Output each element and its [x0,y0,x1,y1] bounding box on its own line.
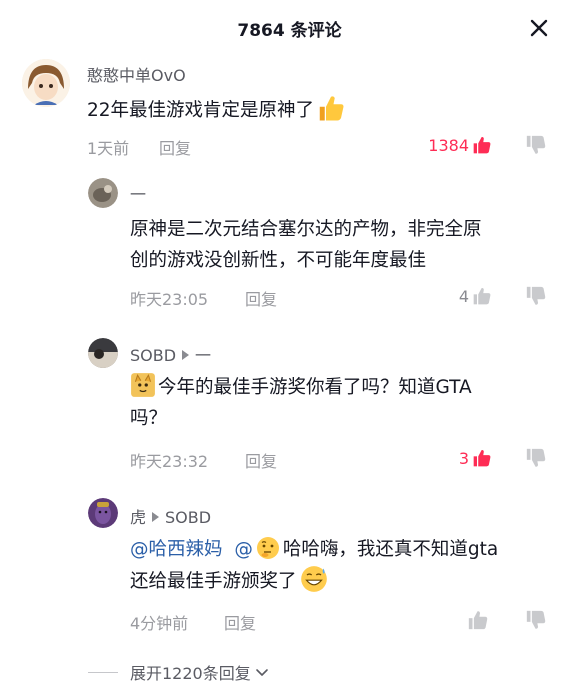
avatar[interactable] [88,338,118,368]
reply-button[interactable]: 回复 [224,610,256,634]
like-icon [473,137,491,154]
comment-count-title: 7864 条评论 [237,21,342,41]
reply-author[interactable]: 虎 [130,508,146,527]
comments-header: 7864 条评论 [0,0,579,56]
comment-time: 昨天23:32 [130,452,209,471]
comment-text: 今年的最佳手游奖你看了吗？知道GTA 吗？ [130,372,560,434]
reply-author[interactable]: SOBD [130,346,176,365]
comment-text: @哈西辣妈 @ 哈哈嗨，我还真不知道gta 还给最佳手游颁奖了 [130,534,570,597]
comment-text-line: 原神是二次元结合塞尔达的产物，非完全原 [130,219,482,240]
dislike-icon[interactable] [525,285,547,307]
like-icon [473,288,491,305]
comment-text: 22年最佳游戏肯定是原神了 [87,93,557,126]
dislike-icon[interactable] [525,134,547,156]
grinning-sweat-face-icon [300,566,327,592]
expand-replies-label: 展开1220条回复 [130,664,251,683]
comment-time: 1天前 [87,139,130,158]
comment-text-line: 吗？ [130,408,168,429]
username: SOBD 一 [130,342,211,366]
avatar[interactable] [88,498,118,528]
reply-item: 虎 SOBD @哈西辣妈 @ 哈哈嗨，我还真不知道gta 还给最佳手游颁奖了 4分… [0,496,579,636]
comment-text-line: 还给最佳手游颁奖了 [130,571,297,592]
comment-item: 憨憨中单OvO 22年最佳游戏肯定是原神了 1天前 回复 1384 [0,56,579,166]
like-count: 3 [458,448,469,468]
mention-link[interactable]: @ [234,539,253,560]
comment-text-line: 今年的最佳手游奖你看了吗？知道GTA [158,377,472,398]
reply-button[interactable]: 回复 [245,286,277,310]
comment-text: 原神是二次元结合塞尔达的产物，非完全原 创的游戏没创新性，不可能年度最佳 [130,214,560,276]
cat-sticker-icon [131,373,155,397]
comment-text-line: 哈哈嗨，我还真不知道gta [282,539,499,560]
reply-arrow-icon [152,512,160,522]
like-icon[interactable] [467,609,489,631]
comment-time: 4分钟前 [130,614,189,633]
thumbs-up-icon [319,96,344,121]
thinking-face-icon [256,537,279,559]
dislike-icon[interactable] [525,609,547,631]
comment-text-line: 创的游戏没创新性，不可能年度最佳 [130,250,427,271]
expand-replies-button[interactable]: 展开1220条回复 [88,660,270,684]
close-icon[interactable] [525,14,553,42]
chevron-down-icon [255,669,268,676]
comment-text-content: 22年最佳游戏肯定是原神了 [87,100,315,121]
like-button[interactable]: 3 [459,448,492,468]
dislike-icon[interactable] [525,447,547,469]
reply-button[interactable]: 回复 [159,135,191,159]
divider [88,671,118,673]
reply-item: 一 原神是二次元结合塞尔达的产物，非完全原 创的游戏没创新性，不可能年度最佳 昨… [0,172,579,312]
mention-link[interactable]: @哈西辣妈 [130,539,223,560]
username: 虎 SOBD [130,504,211,528]
avatar[interactable] [88,178,118,208]
like-button[interactable]: 1384 [428,135,492,155]
comment-time: 昨天23:05 [130,290,209,309]
like-button[interactable]: 4 [459,286,492,306]
reply-item: SOBD 一 今年的最佳手游奖你看了吗？知道GTA 吗？ 昨天23:32 回复 3 [0,334,579,474]
reply-target[interactable]: SOBD [165,508,211,527]
like-icon [473,450,491,467]
username[interactable]: 憨憨中单OvO [87,62,186,86]
reply-button[interactable]: 回复 [245,448,277,472]
reply-target[interactable]: 一 [195,346,211,365]
reply-arrow-icon [182,350,190,360]
like-count: 4 [458,286,469,306]
like-count: 1384 [428,135,469,155]
avatar[interactable] [22,59,70,107]
username[interactable]: 一 [130,181,146,205]
